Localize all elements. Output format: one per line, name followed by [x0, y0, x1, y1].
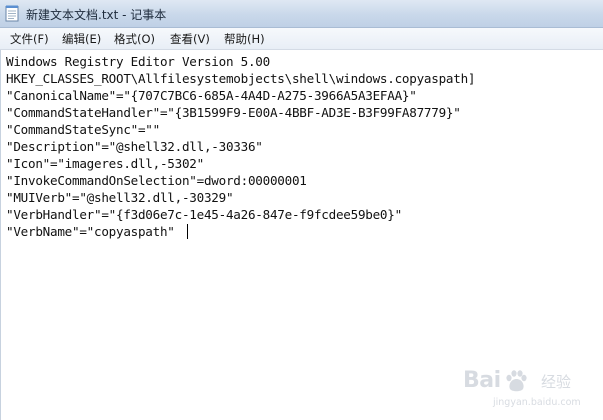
watermark-brand: Bai: [463, 368, 501, 393]
text-line: "CanonicalName"="{707C7BC6-685A-4A4D-A27…: [6, 88, 417, 103]
baidu-paw-icon: [506, 370, 527, 392]
menu-bar: 文件(F) 编辑(E) 格式(O) 查看(V) 帮助(H): [0, 28, 603, 50]
window-title: 新建文本文档.txt - 记事本: [26, 8, 167, 22]
title-bar[interactable]: 新建文本文档.txt - 记事本: [0, 0, 603, 28]
notepad-icon: [5, 5, 19, 22]
menu-view[interactable]: 查看(V): [168, 31, 212, 47]
baidu-watermark: Bai 经验 jingyan.baidu.com: [453, 362, 593, 414]
text-line: "VerbHandler"="{f3d06e7c-1e45-4a26-847e-…: [6, 207, 402, 222]
text-line: "VerbName"="copyaspath": [6, 224, 175, 239]
watermark-url: jingyan.baidu.com: [493, 397, 581, 408]
menu-file[interactable]: 文件(F): [8, 31, 51, 47]
text-line: "InvokeCommandOnSelection"=dword:0000000…: [6, 173, 307, 188]
notepad-window: 新建文本文档.txt - 记事本 文件(F) 编辑(E) 格式(O) 查看(V)…: [0, 0, 603, 420]
menu-help[interactable]: 帮助(H): [222, 31, 267, 47]
text-line: "CommandStateHandler"="{3B1599F9-E00A-4B…: [6, 105, 461, 120]
text-caret: [187, 224, 188, 239]
text-line: "MUIVerb"="@shell32.dll,-30329": [6, 190, 234, 205]
text-line: "Description"="@shell32.dll,-30336": [6, 139, 263, 154]
watermark-brand-cn: 经验: [541, 373, 572, 391]
text-line: "Icon"="imageres.dll,-5302": [6, 156, 204, 171]
menu-format[interactable]: 格式(O): [112, 31, 157, 47]
menu-edit[interactable]: 编辑(E): [60, 31, 103, 47]
text-line: HKEY_CLASSES_ROOT\Allfilesystemobjects\s…: [6, 71, 476, 86]
text-line: Windows Registry Editor Version 5.00: [6, 54, 270, 69]
text-line: "CommandStateSync"="": [6, 122, 160, 137]
